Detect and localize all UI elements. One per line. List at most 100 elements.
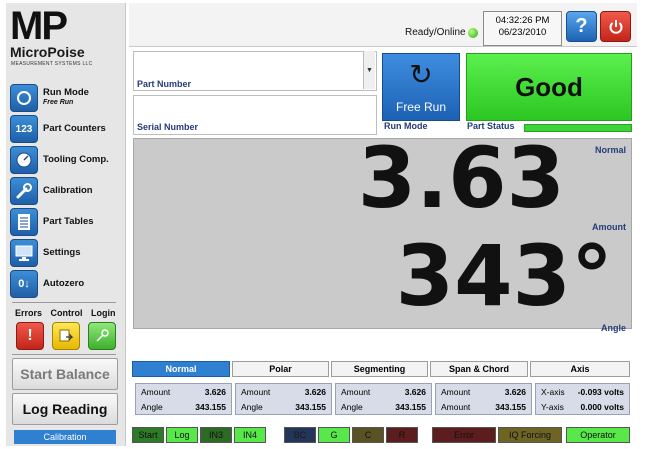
calibration-status-bar: Calibration	[14, 430, 116, 444]
control-button[interactable]	[52, 322, 80, 350]
sidebar-divider-2	[12, 354, 116, 355]
readout-value: 343.155	[195, 402, 226, 412]
connection-status-text: Ready/Online	[405, 27, 466, 38]
led-log: Log	[166, 427, 198, 443]
part-status-indicator: Good	[466, 53, 632, 121]
readout-value: 3.626	[504, 387, 526, 397]
readout-label: Y-axis	[541, 402, 564, 412]
help-button[interactable]: ?	[566, 11, 597, 42]
error-exclamation-icon: !	[27, 327, 33, 344]
table-icon	[10, 208, 38, 236]
wrench-icon	[10, 177, 38, 205]
readout-label: Angle	[341, 402, 363, 412]
errors-label: Errors	[15, 308, 43, 318]
control-label: Control	[50, 308, 83, 318]
led-iq-forcing: IQ Forcing	[498, 427, 562, 443]
autozero-icon: 0↓	[10, 270, 38, 298]
sidebar-item-label: Settings	[43, 247, 81, 258]
sidebar-item-settings[interactable]: Settings	[10, 239, 124, 267]
logo-mark: MP	[10, 4, 68, 48]
clock-date: 06/23/2010	[498, 27, 547, 38]
display-mode-label: Normal	[594, 145, 626, 155]
readout-span-chord: Amount 3.626 Amount 343.155	[435, 383, 532, 415]
run-mode-icon	[10, 84, 38, 112]
logo-brand-name: MicroPoise	[10, 45, 85, 59]
readout-label: Angle	[141, 402, 163, 412]
refresh-arrow-icon: ↻	[409, 59, 433, 90]
readout-label: Amount	[241, 387, 271, 397]
sidebar-item-part-tables[interactable]: Part Tables	[10, 208, 124, 236]
led-r: R	[386, 427, 418, 443]
sidebar-item-run-mode[interactable]: Run Mode Free Run	[10, 84, 124, 112]
login-button[interactable]	[88, 322, 116, 350]
led-start: Start	[132, 427, 164, 443]
sidebar-item-label: Autozero	[43, 278, 85, 289]
sidebar-item-calibration[interactable]: Calibration	[10, 177, 124, 205]
led-in3: IN3	[200, 427, 232, 443]
ecl-labels: Errors Control Login	[15, 308, 122, 318]
logo-tagline: MEASUREMENT SYSTEMS LLC	[11, 61, 93, 67]
readout-label: Amount	[341, 387, 371, 397]
login-label: Login	[91, 308, 116, 318]
counter-icon-glyph: 123	[15, 123, 33, 135]
power-icon	[609, 19, 622, 34]
part-number-label: Part Number	[137, 79, 192, 89]
serial-number-label: Serial Number	[137, 122, 199, 132]
tab-span-chord[interactable]: Span & Chord	[430, 361, 528, 377]
tab-segmenting[interactable]: Segmenting	[331, 361, 428, 377]
tab-axis[interactable]: Axis	[530, 361, 630, 377]
run-mode-sub: Free Run	[43, 99, 74, 106]
led-bc: BC	[284, 427, 316, 443]
amount-value: 3.63	[357, 129, 565, 227]
angle-label: Angle	[600, 323, 626, 333]
readout-segmenting: Amount 3.626 Angle 343.155	[335, 383, 432, 415]
tab-normal[interactable]: Normal	[132, 361, 230, 377]
readout-polar: Amount 3.626 Angle 343.155	[235, 383, 332, 415]
readout-value: 0.000 volts	[580, 402, 624, 412]
readout-label: Angle	[241, 402, 263, 412]
free-run-label: Free Run	[395, 100, 447, 114]
clock-time: 04:32:26 PM	[495, 15, 550, 26]
measurement-display: Normal 3.63 Amount 343° Angle	[133, 129, 632, 333]
power-button[interactable]	[600, 11, 631, 42]
sidebar-item-tooling-comp[interactable]: Tooling Comp.	[10, 146, 124, 174]
led-c: C	[352, 427, 384, 443]
free-run-button[interactable]: ↻ Free Run	[382, 53, 460, 121]
sidebar-item-label: Calibration	[43, 185, 93, 196]
micropoise-logo: MP MicroPoise MEASUREMENT SYSTEMS LLC	[8, 6, 120, 68]
tab-polar[interactable]: Polar	[232, 361, 329, 377]
led-in4: IN4	[234, 427, 266, 443]
start-balance-button[interactable]: Start Balance	[12, 358, 118, 390]
led-error: Error	[432, 427, 496, 443]
run-mode-label: Run Mode	[43, 87, 89, 98]
view-tabs: Normal Polar Segmenting Span & Chord Axi…	[132, 361, 630, 377]
clock-display: 04:32:26 PM 06/23/2010	[483, 11, 562, 46]
help-icon: ?	[575, 15, 588, 37]
readout-value: -0.093 volts	[577, 387, 624, 397]
sidebar-item-label: Part Counters	[43, 123, 106, 134]
sidebar-item-part-counters[interactable]: 123 Part Counters	[10, 115, 124, 143]
autozero-icon-glyph: 0↓	[18, 278, 30, 290]
errors-button[interactable]: !	[16, 322, 44, 350]
sidebar-item-label: Part Tables	[43, 216, 94, 227]
sidebar-divider	[12, 302, 116, 303]
readout-label: Amount	[441, 402, 471, 412]
readout-value: 3.626	[404, 387, 426, 397]
tooling-gauge-icon	[10, 146, 38, 174]
chevron-down-icon[interactable]: ▼	[363, 51, 375, 89]
logo-mark-text: MP	[10, 4, 68, 48]
monitor-settings-icon	[10, 239, 38, 267]
readout-axis: X-axis -0.093 volts Y-axis 0.000 volts	[535, 383, 630, 415]
led-operator: Operator	[566, 427, 630, 443]
readout-label: Amount	[141, 387, 171, 397]
control-io-icon	[59, 329, 74, 342]
readout-label: Amount	[441, 387, 471, 397]
log-reading-button[interactable]: Log Reading	[12, 393, 118, 425]
angle-value: 343°	[395, 227, 613, 325]
counter-icon: 123	[10, 115, 38, 143]
logo-name-part-a: Micro	[10, 44, 48, 60]
sidebar-item-autozero[interactable]: 0↓ Autozero	[10, 270, 124, 298]
readout-value: 3.626	[304, 387, 326, 397]
led-g: G	[318, 427, 350, 443]
readout-label: X-axis	[541, 387, 565, 397]
